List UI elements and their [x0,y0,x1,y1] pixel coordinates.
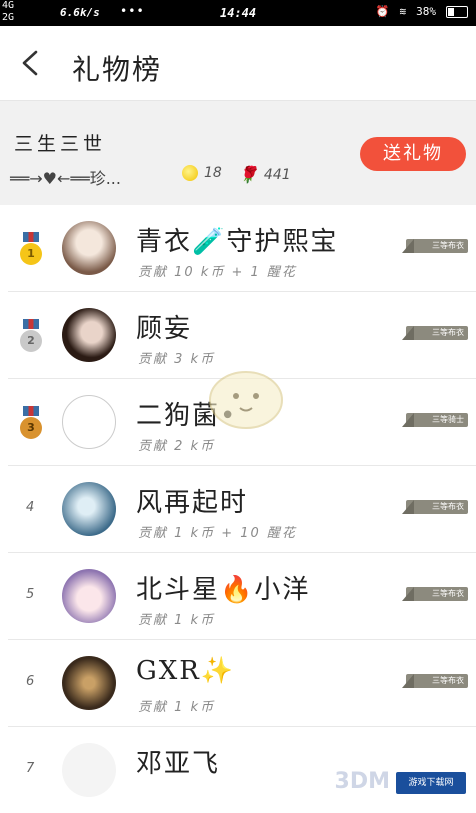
rank-title-badge: 三等布衣 [402,500,468,514]
rank-number: 7 [26,761,35,776]
battery-percent: 38% [416,5,436,18]
list-item[interactable]: 2 顾妄 贡献 3 k币 三等布衣 [8,292,476,379]
list-item[interactable]: 3 二狗菌• 贡献 2 k币 三等骑士 [8,379,476,466]
user-name: 北斗星🔥小洋 [136,575,311,605]
wifi-icon: ≋ [399,5,407,18]
status-bar: 4G 2G 6.6k/s ••• 14:44 ⏰ ≋ 38% [0,0,476,26]
rose-icon: 🌹 [238,165,258,184]
rank-title-badge: 三等布衣 [402,239,468,253]
contribution-text: 贡献 2 k币 [138,439,216,454]
app-header: 礼物榜 [0,26,476,101]
rank-number: 4 [26,500,35,515]
user-name: 邓亚飞 [136,749,221,779]
page-title: 礼物榜 [72,53,163,86]
coin-count: 18 [204,165,222,181]
rank-title-badge: 三等布衣 [402,587,468,601]
send-gift-button[interactable]: 送礼物 [360,137,466,171]
rank-number: 6 [26,674,35,689]
clock: 14:44 [220,6,257,20]
avatar[interactable] [62,656,116,710]
coin-icon [182,165,198,181]
avatar[interactable] [62,569,116,623]
user-name: GXR✨ [136,656,236,686]
list-item[interactable]: 6 GXR✨ 贡献 1 k币 三等布衣 [8,640,476,727]
avatar[interactable] [62,395,116,449]
room-subtitle: ══→♥←══珍... [10,169,121,188]
alarm-icon: ⏰ [375,5,390,18]
network-speed: 6.6k/s [60,6,100,19]
bronze-medal-icon: 3 [20,406,42,440]
contribution-text: 贡献 1 k币 [138,613,216,628]
silver-medal-icon: 2 [20,319,42,353]
chevron-left-icon[interactable] [18,48,44,78]
rank-title-badge: 三等布衣 [402,326,468,340]
list-item[interactable]: 1 青衣🧪守护熙宝 贡献 10 k币 + 1 醒花 三等布衣 [8,205,476,292]
avatar[interactable] [62,221,116,275]
coin-stat: 18 [182,165,222,181]
user-name: 顾妄 [136,314,193,344]
site-watermark: 游戏下载网 [396,772,466,794]
contribution-text: 贡献 10 k币 + 1 醒花 [138,265,297,280]
room-name: 三生三世 [14,133,107,155]
rank-title-badge: 三等骑士 [402,413,468,427]
rose-stat: 🌹 441 [238,165,291,184]
list-item[interactable]: 7 邓亚飞 [8,727,476,813]
notification-dots: ••• [120,4,145,18]
avatar[interactable] [62,743,116,797]
list-item[interactable]: 5 北斗星🔥小洋 贡献 1 k币 三等布衣 [8,553,476,640]
room-banner: 三生三世 ══→♥←══珍... 18 🌹 441 送礼物 [0,101,476,205]
user-name: 青衣🧪守护熙宝 [136,227,339,257]
rose-count: 441 [263,166,291,183]
contribution-text: 贡献 1 k币 [138,700,216,715]
contribution-text: 贡献 1 k币 + 10 醒花 [138,526,297,541]
battery-icon [446,5,468,18]
gift-ranking-list: 1 青衣🧪守护熙宝 贡献 10 k币 + 1 醒花 三等布衣 2 顾妄 贡献 3… [0,205,476,813]
contribution-text: 贡献 3 k币 [138,352,216,367]
avatar[interactable] [62,482,116,536]
rank-title-badge: 三等布衣 [402,674,468,688]
list-item[interactable]: 4 风再起时 贡献 1 k币 + 10 醒花 三等布衣 [8,466,476,553]
rank-number: 5 [26,587,35,602]
gold-medal-icon: 1 [20,232,42,266]
network-indicator: 4G 2G [2,0,15,23]
avatar[interactable] [62,308,116,362]
user-name: 风再起时 [136,488,249,518]
user-name: 二狗菌• [136,401,238,431]
3dm-watermark: 3DM [334,769,390,794]
